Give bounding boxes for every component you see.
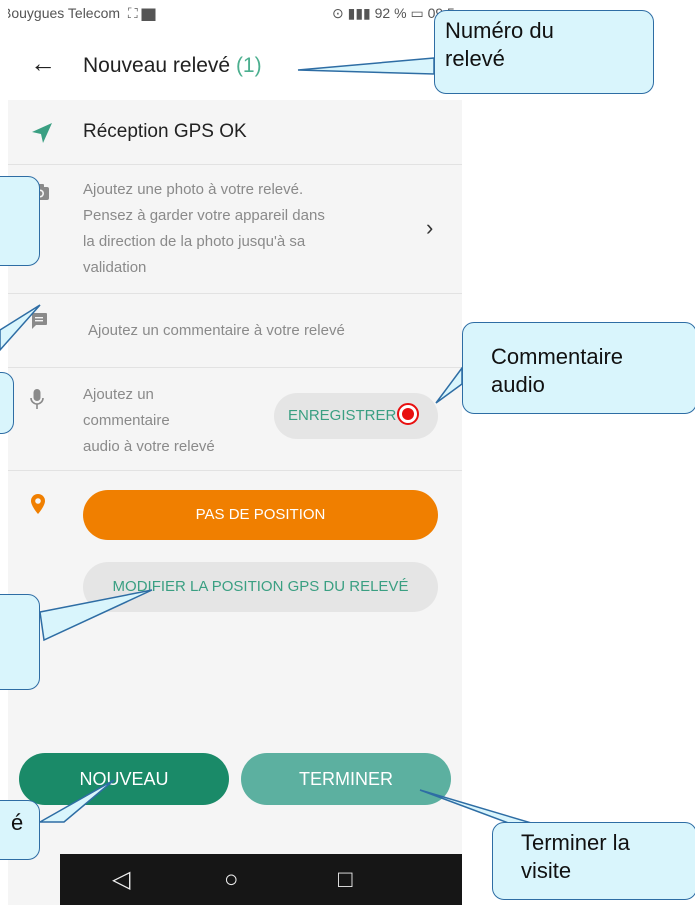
no-position-button[interactable]: PAS DE POSITION — [83, 490, 438, 540]
title-text: Nouveau relevé — [83, 54, 231, 77]
position-section: PAS DE POSITION MODIFIER LA POSITION GPS… — [8, 470, 462, 631]
comment-placeholder[interactable]: Ajoutez un commentaire à votre relevé — [88, 318, 345, 344]
comment-icon — [31, 313, 47, 329]
nav-back-icon[interactable]: ◁ — [112, 854, 130, 905]
nav-recents-icon[interactable]: □ — [338, 854, 353, 905]
add-comment-row[interactable]: Ajoutez un commentaire à votre relevé — [8, 293, 462, 368]
android-nav-bar: ◁ ○ □ — [60, 854, 462, 905]
app-bar: ← Nouveau relevé (1) — [8, 28, 462, 100]
screenshot-icon: ⛶ ▇ — [123, 5, 156, 21]
add-photo-row[interactable]: Ajoutez une photo à votre relevé. Pensez… — [8, 164, 462, 294]
location-pin-icon — [31, 494, 45, 514]
audio-comment-row: Ajoutez un commentaire audio à votre rel… — [8, 367, 462, 471]
callout-record-number: Numéro du relevé — [434, 10, 654, 94]
record-button-label: ENREGISTRER — [288, 407, 397, 424]
record-dot-icon — [397, 403, 419, 425]
status-bar: Bouygues Telecom ⛶ ▇ ⊙ ▮▮▮ 92 % ▭ 09:5 — [8, 0, 462, 28]
chevron-right-icon[interactable]: › — [426, 215, 433, 241]
photo-instructions: Ajoutez une photo à votre relevé. Pensez… — [83, 181, 325, 276]
back-arrow-icon[interactable]: ← — [30, 48, 56, 79]
battery-icon: ▭ — [410, 5, 428, 21]
signal-icon: ▮▮▮ — [347, 5, 371, 21]
modify-gps-position-button[interactable]: MODIFIER LA POSITION GPS DU RELEVÉ — [83, 562, 438, 612]
page-title: Nouveau relevé (1) — [83, 54, 262, 78]
nav-home-icon[interactable]: ○ — [224, 854, 239, 905]
app-screen: Bouygues Telecom ⛶ ▇ ⊙ ▮▮▮ 92 % ▭ 09:5 ←… — [8, 0, 462, 905]
callout-finish-visit: Terminer la visite — [492, 822, 695, 900]
battery-level: 92 % — [374, 5, 407, 21]
finish-button[interactable]: TERMINER — [241, 753, 451, 805]
record-number: (1) — [235, 54, 262, 77]
audio-instructions: Ajoutez un commentaire audio à votre rel… — [83, 386, 215, 455]
gps-status-text: Réception GPS OK — [83, 121, 247, 142]
navigation-arrow-icon — [32, 123, 52, 143]
new-record-button[interactable]: NOUVEAU — [19, 753, 229, 805]
carrier-name: Bouygues Telecom — [8, 5, 121, 21]
callout-comment-partial — [0, 372, 14, 434]
callout-photo-partial — [0, 176, 40, 266]
callout-gps-partial — [0, 594, 40, 690]
location-icon: ⊙ — [332, 5, 344, 21]
microphone-icon — [30, 389, 44, 409]
callout-audio-comment: Commentaire audio — [462, 322, 695, 414]
record-button[interactable]: ENREGISTRER — [274, 393, 438, 439]
gps-status-row: Réception GPS OK — [8, 100, 462, 164]
callout-new-partial: é — [0, 800, 40, 860]
